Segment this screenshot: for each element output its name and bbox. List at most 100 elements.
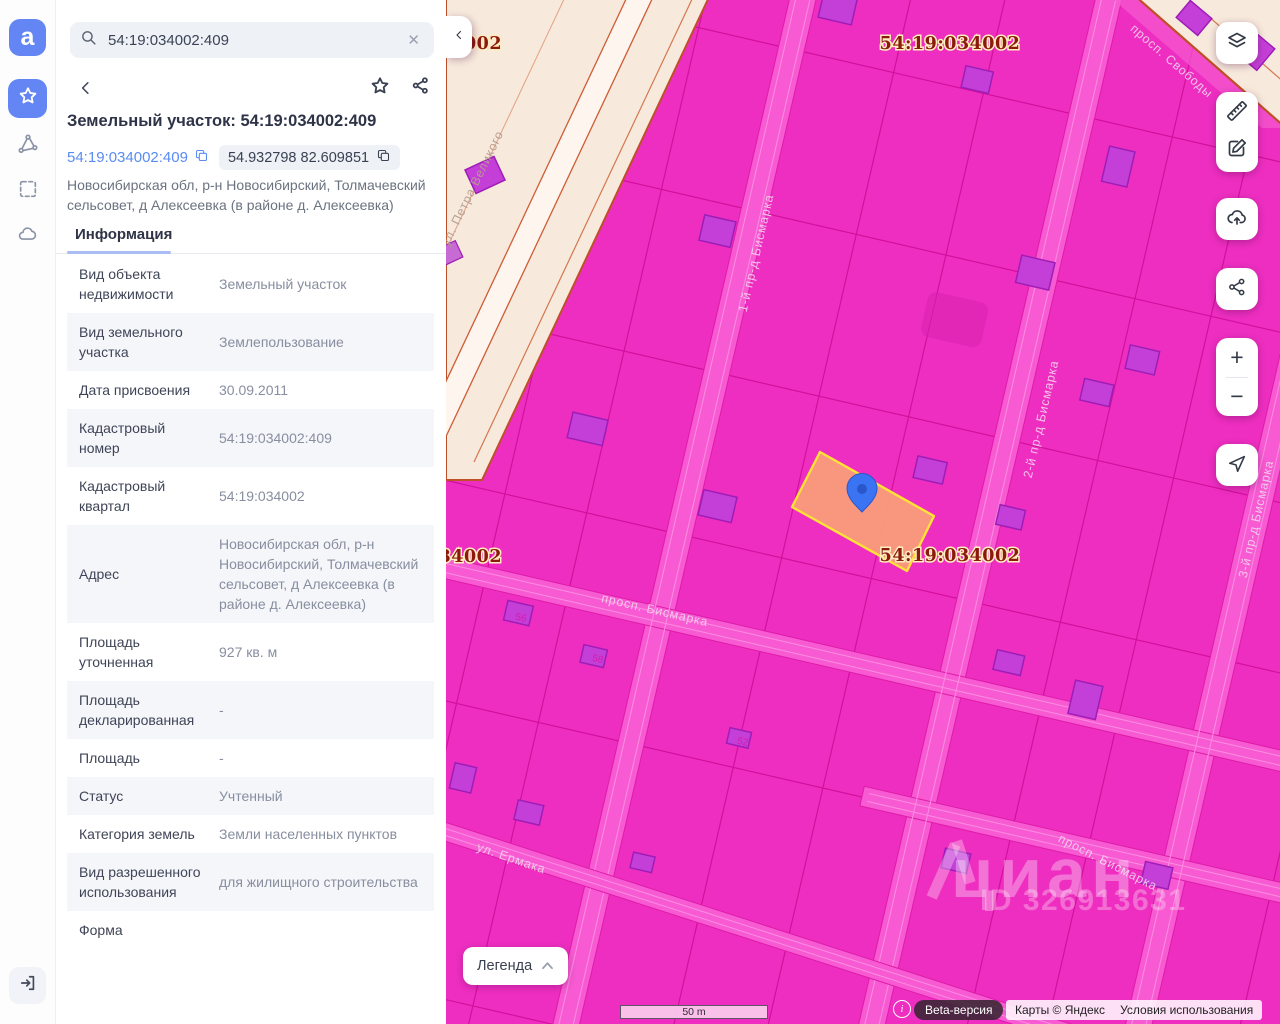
sidebar-item-cloud[interactable] bbox=[8, 217, 47, 256]
row-value: для жилищного строительства bbox=[219, 872, 422, 892]
row-label: Площадь bbox=[79, 748, 209, 768]
sidebar-item-favorites[interactable] bbox=[8, 79, 47, 118]
row-value: Землепользование bbox=[219, 332, 422, 352]
clear-search-icon[interactable]: ✕ bbox=[403, 29, 424, 51]
row-value: Земли населенных пунктов bbox=[219, 824, 422, 844]
search-icon bbox=[80, 29, 97, 51]
row-value: 54:19:034002:409 bbox=[219, 428, 422, 448]
exit-button[interactable] bbox=[9, 967, 46, 1004]
map-container: 56 58 52 11 ул. Петра Великого bbox=[446, 0, 1280, 1024]
table-row: Вид объекта недвижимости Земельный участ… bbox=[67, 255, 434, 313]
table-row: Форма bbox=[67, 911, 434, 949]
map-attribution: Карты © Яндекс Условия использования bbox=[1006, 1000, 1262, 1020]
back-button[interactable] bbox=[70, 72, 102, 104]
cadastral-number-link[interactable]: 54:19:034002:409 bbox=[67, 148, 209, 167]
copy-icon[interactable] bbox=[194, 148, 209, 167]
row-value: Новосибирская обл, р-н Новосибирский, То… bbox=[219, 534, 422, 614]
terms-link[interactable]: Условия использования bbox=[1120, 1003, 1253, 1017]
table-row: Адрес Новосибирская обл, р-н Новосибирск… bbox=[67, 525, 434, 623]
sidebar-item-area-select[interactable] bbox=[8, 172, 47, 211]
edit-icon[interactable] bbox=[1225, 136, 1249, 165]
row-label: Кадастровый номер bbox=[79, 418, 209, 458]
tab-underline bbox=[67, 251, 171, 254]
tabs-bar: Информация bbox=[55, 224, 446, 254]
table-row: Вид разрешенного использования для жилищ… bbox=[67, 853, 434, 911]
zoom-out-button[interactable]: − bbox=[1216, 378, 1258, 416]
table-row: Дата присвоения 30.09.2011 bbox=[67, 371, 434, 409]
measure-tools-group bbox=[1216, 92, 1258, 172]
beta-badge: Beta-версия bbox=[914, 1000, 1003, 1020]
app-logo-letter: a bbox=[21, 23, 35, 52]
dashed-square-icon bbox=[17, 178, 39, 205]
row-value: - bbox=[219, 748, 422, 768]
info-icon[interactable]: i bbox=[893, 1000, 911, 1018]
star-icon bbox=[369, 75, 391, 102]
chevron-left-icon bbox=[453, 28, 465, 46]
row-label: Площадь уточненная bbox=[79, 632, 209, 672]
layers-icon bbox=[1225, 29, 1249, 58]
svg-text:54:19:034002: 54:19:034002 bbox=[446, 547, 502, 567]
ruler-icon[interactable] bbox=[1225, 99, 1249, 128]
navigation-arrow-icon bbox=[1226, 452, 1248, 479]
table-row: Вид земельного участка Землепользование bbox=[67, 313, 434, 371]
zoom-controls: + − bbox=[1216, 338, 1258, 416]
login-bracket-icon bbox=[18, 973, 38, 998]
share-nodes-icon bbox=[410, 75, 431, 101]
star-icon bbox=[17, 85, 39, 112]
scale-bar: 50 m bbox=[620, 1005, 768, 1019]
row-label: Статус bbox=[79, 786, 209, 806]
row-value: - bbox=[219, 700, 422, 720]
sidebar-item-polygon-select[interactable] bbox=[8, 127, 47, 166]
svg-text:54:19:034002: 54:19:034002 bbox=[880, 34, 1021, 54]
panel-toolbar bbox=[70, 72, 434, 106]
cloud-icon bbox=[17, 223, 39, 250]
cloud-upload-icon bbox=[1225, 205, 1249, 234]
share-button[interactable] bbox=[406, 74, 434, 102]
favorite-button[interactable] bbox=[366, 74, 394, 102]
search-bar: ✕ bbox=[70, 22, 434, 58]
legend-button[interactable]: Легенда bbox=[463, 947, 568, 985]
object-address: Новосибирская обл, р-н Новосибирский, То… bbox=[67, 175, 433, 215]
row-label: Адрес bbox=[79, 564, 209, 584]
polygon-icon bbox=[17, 133, 39, 160]
layers-button[interactable] bbox=[1216, 22, 1258, 64]
row-value: 927 кв. м bbox=[219, 642, 422, 662]
zoom-in-button[interactable]: + bbox=[1216, 339, 1258, 377]
table-row: Статус Учтенный bbox=[67, 777, 434, 815]
chips-row: 54:19:034002:409 54.932798 82.609851 bbox=[67, 145, 439, 170]
row-label: Вид земельного участка bbox=[79, 322, 209, 362]
share-map-button[interactable] bbox=[1216, 268, 1258, 310]
row-label: Категория земель bbox=[79, 824, 209, 844]
row-label: Дата присвоения bbox=[79, 380, 209, 400]
row-label: Кадастровый квартал bbox=[79, 476, 209, 516]
table-row: Кадастровый номер 54:19:034002:409 bbox=[67, 409, 434, 467]
row-value: Земельный участок bbox=[219, 274, 422, 294]
copy-icon[interactable] bbox=[376, 148, 391, 167]
chevron-up-icon bbox=[541, 958, 554, 974]
row-label: Площадь декларированная bbox=[79, 690, 209, 730]
coordinates-chip[interactable]: 54.932798 82.609851 bbox=[219, 145, 400, 170]
svg-text:54:19:034002: 54:19:034002 bbox=[880, 546, 1021, 566]
icon-rail: a bbox=[0, 0, 56, 1024]
table-row: Площадь - bbox=[67, 739, 434, 777]
table-row: Категория земель Земли населенных пункто… bbox=[67, 815, 434, 853]
upload-button[interactable] bbox=[1216, 198, 1258, 240]
share-nodes-icon bbox=[1226, 276, 1248, 303]
info-table: Вид объекта недвижимости Земельный участ… bbox=[67, 255, 434, 958]
cadastral-map[interactable]: 56 58 52 11 ул. Петра Великого bbox=[446, 0, 1280, 1024]
tab-information[interactable]: Информация bbox=[67, 224, 180, 243]
cadastral-viewer-app: a ✕ Земельный участок: 54:19:034002:409 bbox=[0, 0, 1280, 1024]
object-info-panel: ✕ Земельный участок: 54:19:034002:409 54… bbox=[55, 0, 446, 1024]
app-logo[interactable]: a bbox=[9, 19, 46, 56]
yandex-maps-link[interactable]: Карты © Яндекс bbox=[1015, 1003, 1105, 1017]
locate-button[interactable] bbox=[1216, 444, 1258, 486]
collapse-panel-button[interactable] bbox=[446, 16, 472, 58]
table-row: Площадь уточненная 927 кв. м bbox=[67, 623, 434, 681]
search-input[interactable] bbox=[106, 31, 403, 50]
page-title: Земельный участок: 54:19:034002:409 bbox=[67, 112, 435, 131]
row-value: 30.09.2011 bbox=[219, 380, 422, 400]
row-label: Форма bbox=[79, 920, 209, 940]
table-row: Кадастровый квартал 54:19:034002 bbox=[67, 467, 434, 525]
row-label: Вид объекта недвижимости bbox=[79, 264, 209, 304]
row-label: Вид разрешенного использования bbox=[79, 862, 209, 902]
